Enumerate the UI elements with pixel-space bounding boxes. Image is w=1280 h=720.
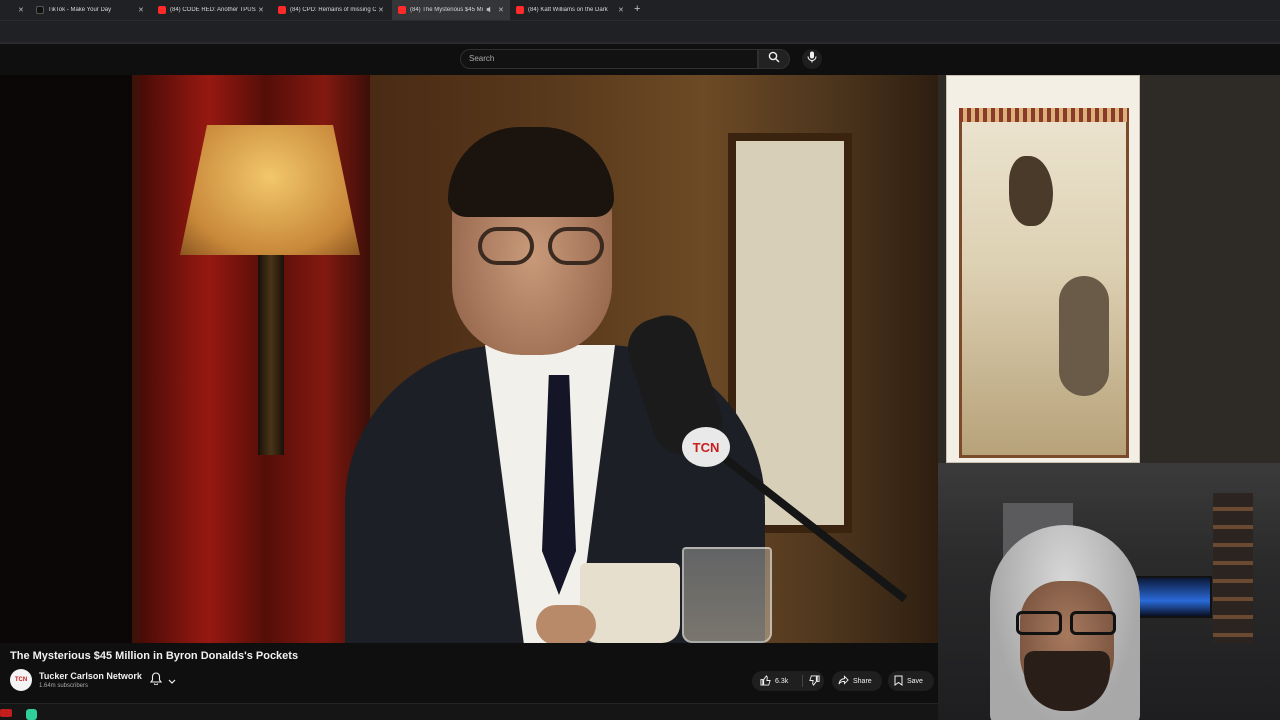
- tab-label: (84) CODE RED: Another TPUSA: [170, 7, 256, 13]
- youtube-icon: [278, 6, 286, 14]
- close-icon[interactable]: ✕: [258, 6, 264, 14]
- chevron-down-icon: [168, 672, 176, 690]
- app-dock-icon[interactable]: [26, 709, 37, 720]
- browser-tab-strip: ✕ TikTok - Make Your Day ✕ (84) CODE RED…: [0, 0, 1280, 20]
- wall-art-dog: [1059, 276, 1109, 396]
- tab-katt-williams[interactable]: (84) Katt Williams on the Dark ✕: [514, 0, 630, 20]
- dislike-button[interactable]: [803, 674, 820, 688]
- video-dark-edge: [0, 75, 132, 643]
- like-dislike-group: 6.3k: [752, 671, 824, 691]
- tab-label: (84) CPD: Remains of missing C: [290, 7, 376, 13]
- wall-art-border: [959, 108, 1129, 122]
- video-player[interactable]: TCN: [0, 75, 938, 643]
- subscriber-count: 1.64m subscribers: [39, 683, 89, 689]
- bottom-strip: [0, 703, 938, 720]
- tab-tiktok[interactable]: TikTok - Make Your Day ✕: [34, 0, 152, 20]
- close-icon[interactable]: ✕: [498, 6, 504, 14]
- speaker-icon[interactable]: [486, 6, 493, 13]
- tab-label: TikTok - Make Your Day: [48, 7, 112, 13]
- tab-label: (84) Katt Williams on the Dark: [528, 7, 608, 13]
- tab-code-red[interactable]: (84) CODE RED: Another TPUSA ✕: [156, 0, 268, 20]
- thumbs-up-icon: [760, 674, 771, 688]
- search-icon: [768, 50, 780, 68]
- channel-name[interactable]: Tucker Carlson Network: [39, 671, 142, 681]
- close-icon[interactable]: ✕: [378, 6, 384, 14]
- close-icon[interactable]: ✕: [18, 6, 24, 14]
- video-title: The Mysterious $45 Million in Byron Dona…: [10, 650, 299, 662]
- thumbs-down-icon: [809, 674, 820, 688]
- wall-art-canvas: [959, 108, 1129, 458]
- webcam-monitor: [1136, 576, 1212, 618]
- tab-cpd[interactable]: (84) CPD: Remains of missing C ✕: [276, 0, 388, 20]
- share-icon: [838, 675, 849, 687]
- webcam-bookshelf: [1213, 493, 1253, 643]
- youtube-icon: [398, 6, 406, 14]
- webcam-overlay: [938, 463, 1280, 720]
- tab-close-first[interactable]: ✕: [16, 0, 26, 20]
- channel-avatar[interactable]: TCN: [10, 669, 32, 691]
- share-label: Share: [853, 677, 872, 685]
- search-button[interactable]: [758, 49, 790, 69]
- close-icon[interactable]: ✕: [138, 6, 144, 14]
- lamp-shade: [180, 125, 360, 255]
- new-tab-button[interactable]: +: [634, 3, 640, 15]
- close-icon[interactable]: ✕: [618, 6, 624, 14]
- like-button[interactable]: 6.3k: [752, 674, 802, 688]
- save-label: Save: [907, 677, 923, 685]
- save-button[interactable]: Save: [888, 671, 934, 691]
- microphone-icon: [807, 50, 817, 68]
- lamp-base: [258, 255, 284, 455]
- mic-badge: TCN: [682, 427, 730, 467]
- streamer-glasses: [1012, 611, 1122, 635]
- tiktok-icon: [36, 6, 44, 14]
- youtube-dock-icon[interactable]: [0, 709, 12, 717]
- share-button[interactable]: Share: [832, 671, 882, 691]
- water-glass: [682, 547, 772, 643]
- search-placeholder: Search: [469, 54, 495, 63]
- tab-label: (84) The Mysterious $45 Mi: [410, 7, 483, 13]
- screen: ✕ TikTok - Make Your Day ✕ (84) CODE RED…: [0, 0, 1280, 720]
- like-count: 6.3k: [775, 677, 789, 685]
- speaker-glasses: [478, 227, 610, 267]
- bookmark-icon: [894, 675, 903, 688]
- notification-bell-button[interactable]: [149, 672, 184, 690]
- voice-search-button[interactable]: [802, 49, 822, 69]
- tab-mysterious-45-million[interactable]: (84) The Mysterious $45 Mi ✕: [392, 0, 510, 20]
- youtube-icon: [516, 6, 524, 14]
- search-input[interactable]: Search: [460, 49, 758, 69]
- bell-icon: [149, 672, 163, 690]
- speaker-hand: [536, 605, 596, 643]
- speaker-hair: [448, 127, 614, 217]
- youtube-icon: [158, 6, 166, 14]
- browser-toolbar: [0, 20, 1280, 44]
- wall-art: [946, 75, 1140, 463]
